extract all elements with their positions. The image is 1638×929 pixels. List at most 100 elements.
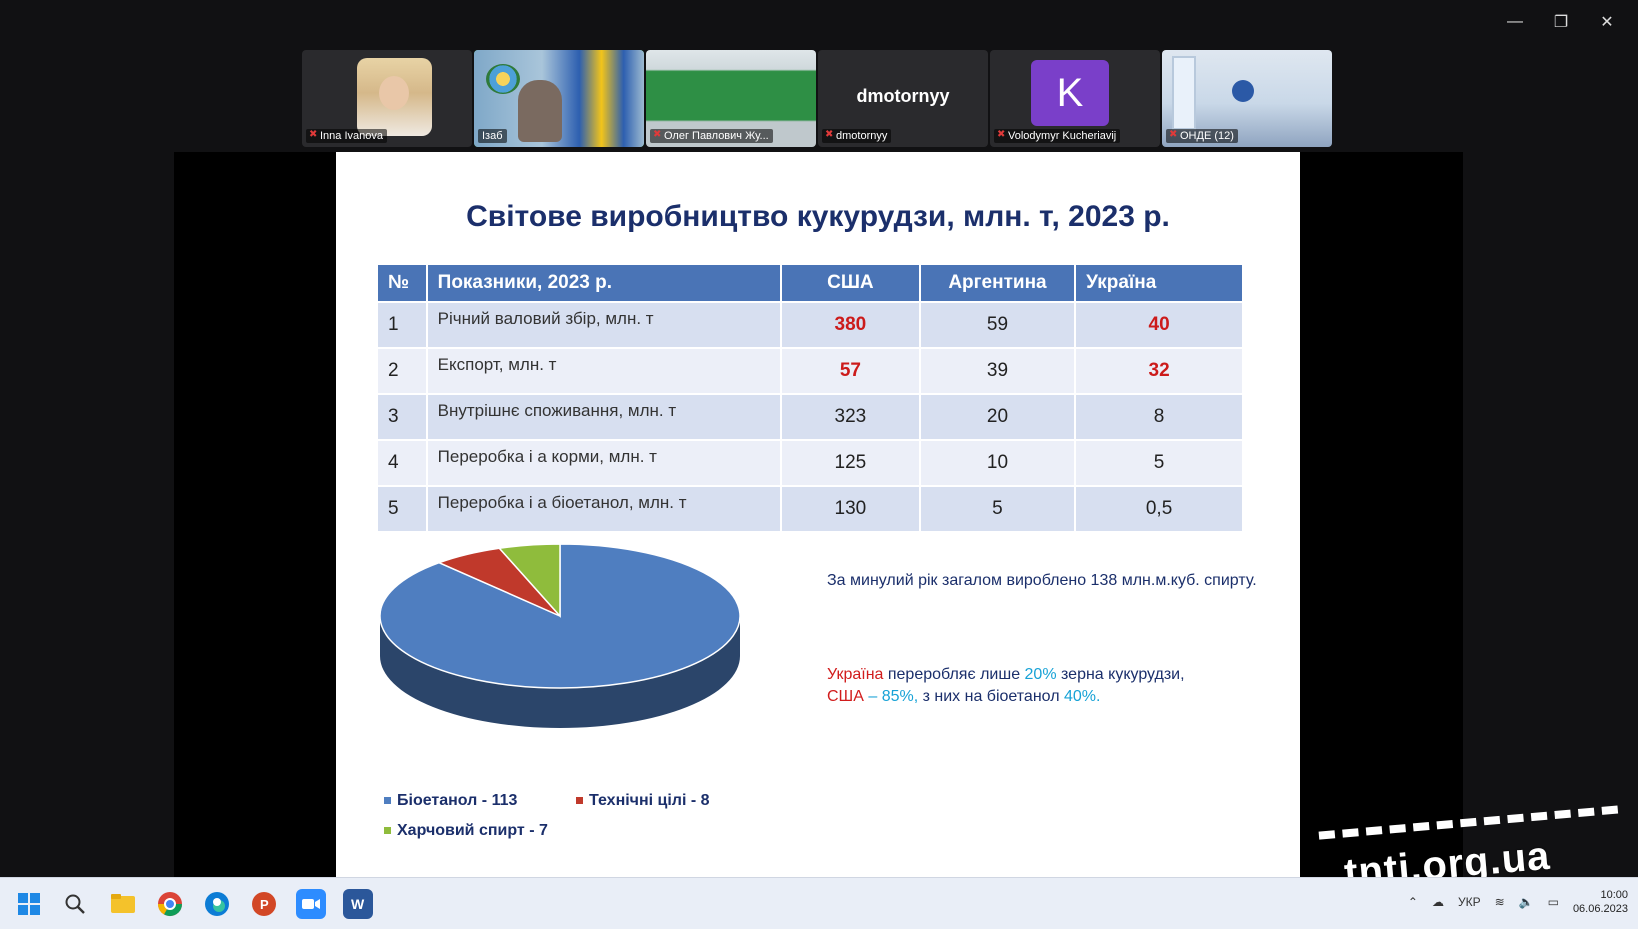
- note-text: переробляє лише: [883, 666, 1025, 683]
- row-number: 1: [378, 303, 426, 347]
- summary-note: За минулий рік загалом вироблено 138 млн…: [827, 572, 1257, 589]
- row-label: Переробка і а корми, млн. т: [427, 441, 780, 485]
- search-icon[interactable]: [60, 889, 90, 919]
- muted-mic-icon: ✖: [825, 129, 834, 140]
- cell-argentina: 20: [920, 395, 1075, 439]
- note-percent: 20%: [1024, 666, 1057, 683]
- note-ukraine: Україна: [827, 666, 884, 683]
- presentation-slide: Світове виробництво кукурудзи, млн. т, 2…: [336, 152, 1300, 877]
- file-explorer-icon[interactable]: [108, 889, 138, 919]
- participant-tile[interactable]: ✖ ОНДЕ (12): [1162, 50, 1332, 147]
- word-icon[interactable]: W: [343, 889, 373, 919]
- svg-text:P: P: [260, 897, 269, 912]
- chevron-up-icon[interactable]: ⌃: [1408, 895, 1418, 909]
- windows-start-icon[interactable]: [14, 889, 44, 919]
- cell-ukraine: 5: [1076, 441, 1242, 485]
- restore-button[interactable]: ❐: [1538, 8, 1584, 36]
- legend-swatch: [576, 797, 583, 805]
- note-percent: 85%,: [881, 688, 919, 705]
- legend-swatch: [384, 827, 391, 835]
- pie-chart: [379, 543, 741, 728]
- row-number: 2: [378, 349, 426, 393]
- participant-tile-active-speaker[interactable]: Ізаб: [474, 50, 644, 147]
- svg-text:W: W: [351, 896, 365, 912]
- avatar: K: [1031, 60, 1109, 126]
- note-text: зерна кукурудзи,: [1056, 666, 1185, 683]
- participant-display-name: dmotornyy: [856, 86, 950, 106]
- muted-mic-icon: ✖: [653, 129, 662, 140]
- clock-date: 06.06.2023: [1572, 903, 1628, 915]
- participant-tile[interactable]: ✖ Олег Павлович Жу...: [646, 50, 816, 147]
- note-usa: США: [827, 688, 864, 705]
- participant-tile[interactable]: dmotornyy ✖ dmotornyy: [818, 50, 988, 147]
- row-label: Внутрішнє споживання, млн. т: [427, 395, 780, 439]
- muted-mic-icon: ✖: [997, 129, 1006, 140]
- header-cell: Показники, 2023 р.: [427, 265, 780, 301]
- taskbar: P W ⌃ ☁ УКР ≋ 🔈 ▭ 10:00 06.06.2023: [0, 877, 1638, 929]
- cell-usa: 125: [782, 441, 919, 485]
- language-indicator[interactable]: УКР: [1458, 895, 1481, 909]
- cell-ukraine: 40: [1076, 303, 1242, 347]
- cell-argentina: 5: [920, 487, 1075, 531]
- wifi-icon[interactable]: ≋: [1495, 895, 1505, 909]
- clock[interactable]: 10:00 06.06.2023: [1573, 888, 1628, 916]
- participant-tile[interactable]: ✖ Inna Ivanova: [302, 50, 472, 147]
- cell-usa: 323: [782, 395, 919, 439]
- note-percent: 40%.: [1063, 688, 1101, 705]
- window-controls: — ❐ ✕: [1492, 8, 1630, 36]
- row-number: 4: [378, 441, 426, 485]
- legend-item: Харчовий спирт - 7: [384, 822, 548, 840]
- legend-label: Технічні цілі - 8: [589, 792, 710, 809]
- participant-name: Ізаб: [478, 129, 507, 143]
- edge-icon[interactable]: [202, 889, 232, 919]
- header-cell: Україна: [1076, 265, 1242, 301]
- cell-argentina: 10: [920, 441, 1075, 485]
- university-logo-icon: [486, 64, 520, 94]
- row-label: Експорт, млн. т: [427, 349, 780, 393]
- data-table: № Показники, 2023 р. США Аргентина Украї…: [376, 263, 1244, 533]
- participant-name: Volodymyr Kucheriavij: [994, 129, 1121, 143]
- cloud-icon[interactable]: ☁: [1432, 895, 1444, 909]
- row-number: 3: [378, 395, 426, 439]
- legend-item: Біоетанол - 113: [384, 792, 517, 810]
- header-cell: Аргентина: [920, 265, 1075, 301]
- participant-video: [357, 58, 432, 136]
- note-dash: –: [863, 688, 882, 705]
- cell-argentina: 39: [920, 349, 1075, 393]
- table-row: 3 Внутрішнє споживання, млн. т 323 20 8: [378, 395, 1242, 439]
- cell-usa: 57: [782, 349, 919, 393]
- table-row: 5 Переробка і а біоетанол, млн. т 130 5 …: [378, 487, 1242, 531]
- row-label: Річний валовий збір, млн. т: [427, 303, 780, 347]
- cell-usa: 380: [782, 303, 919, 347]
- system-tray: ⌃ ☁ УКР ≋ 🔈 ▭ 10:00 06.06.2023: [1408, 888, 1628, 916]
- legend-label: Біоетанол - 113: [397, 792, 518, 809]
- table-row: 2 Експорт, млн. т 57 39 32: [378, 349, 1242, 393]
- cell-ukraine: 0,5: [1076, 487, 1242, 531]
- muted-mic-icon: ✖: [309, 129, 318, 140]
- battery-icon[interactable]: ▭: [1548, 895, 1559, 909]
- table-header-row: № Показники, 2023 р. США Аргентина Украї…: [378, 265, 1242, 301]
- cell-argentina: 59: [920, 303, 1075, 347]
- legend-label: Харчовий спирт - 7: [397, 822, 548, 839]
- participant-name: Inna Ivanova: [306, 129, 387, 143]
- header-cell: №: [378, 265, 426, 301]
- slide-title: Світове виробництво кукурудзи, млн. т, 2…: [466, 200, 1170, 233]
- minimize-button[interactable]: —: [1492, 8, 1538, 36]
- note-text: з них на біоетанол: [918, 688, 1064, 705]
- clock-time: 10:00: [1600, 889, 1628, 901]
- participant-name: Олег Павлович Жу...: [650, 129, 773, 143]
- legend-item: Технічні цілі - 8: [576, 792, 710, 810]
- chrome-icon[interactable]: [155, 889, 185, 919]
- participant-tile[interactable]: K ✖ Volodymyr Kucheriavij: [990, 50, 1160, 147]
- volume-icon[interactable]: 🔈: [1519, 895, 1534, 909]
- cell-usa: 130: [782, 487, 919, 531]
- close-button[interactable]: ✕: [1584, 8, 1630, 36]
- table-row: 4 Переробка і а корми, млн. т 125 10 5: [378, 441, 1242, 485]
- cell-ukraine: 8: [1076, 395, 1242, 439]
- row-label: Переробка і а біоетанол, млн. т: [427, 487, 780, 531]
- row-number: 5: [378, 487, 426, 531]
- zoom-icon[interactable]: [296, 889, 326, 919]
- table-row: 1 Річний валовий збір, млн. т 380 59 40: [378, 303, 1242, 347]
- powerpoint-icon[interactable]: P: [249, 889, 279, 919]
- legend-swatch: [384, 797, 391, 805]
